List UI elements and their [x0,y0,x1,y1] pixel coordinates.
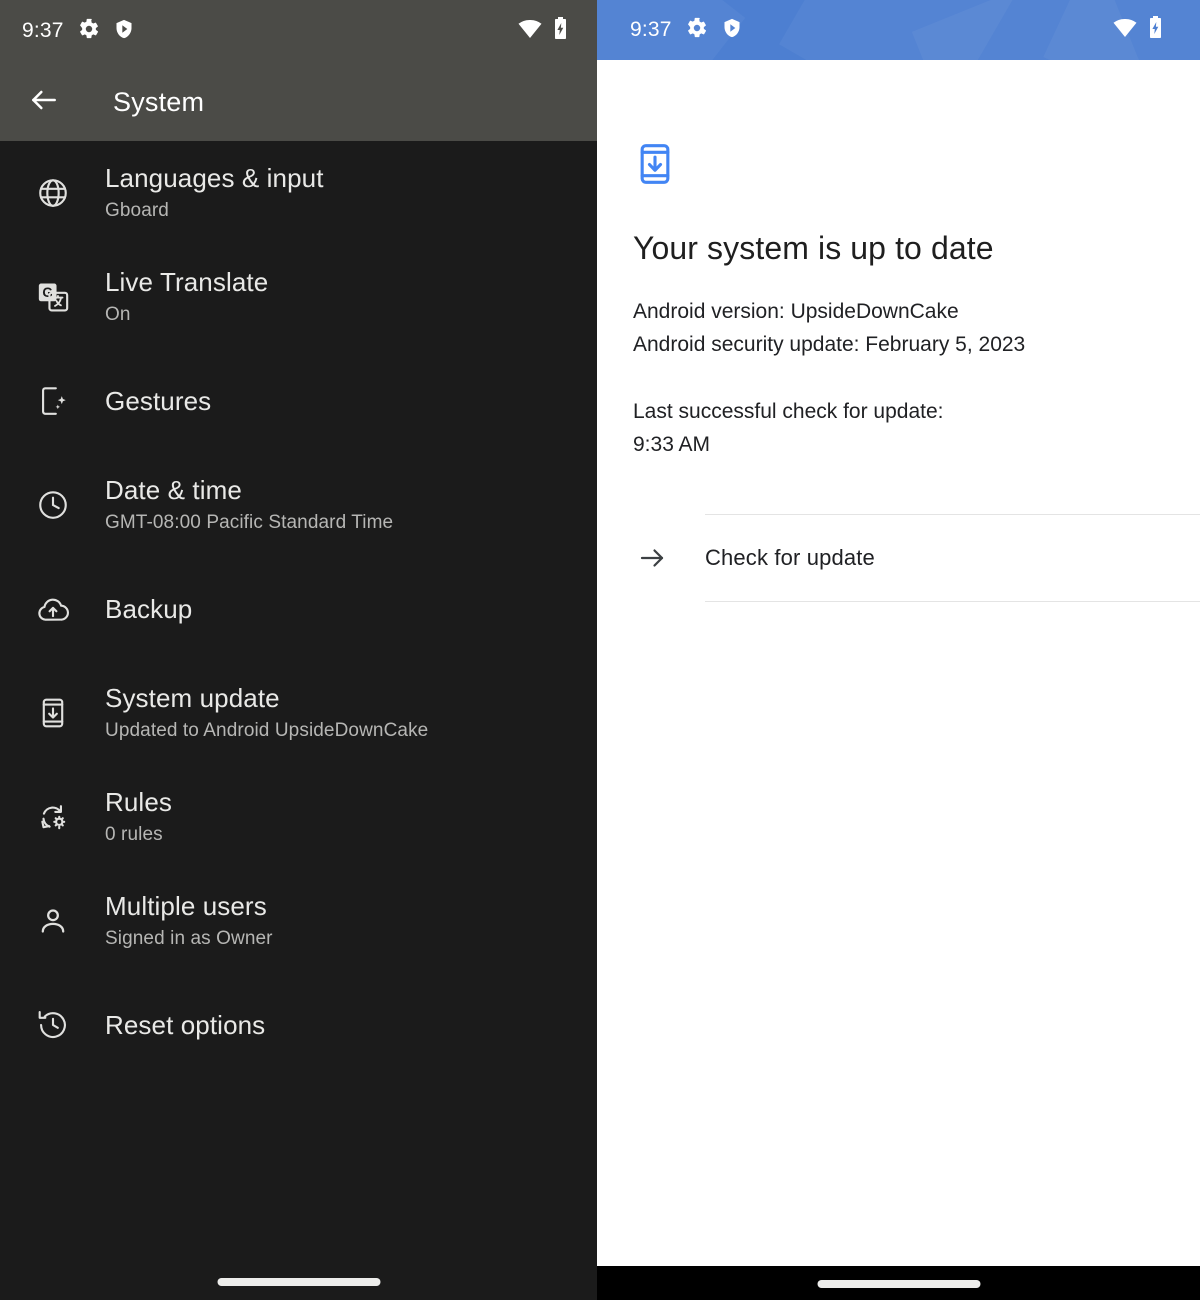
translate-icon: G [32,280,74,314]
battery-charging-icon [1149,16,1162,44]
divider-bottom [705,601,1200,602]
update-status-heading: Your system is up to date [633,230,994,266]
check-for-update-label: Check for update [705,545,875,570]
sidebar-item-text: Reset options [105,1008,265,1042]
left-status-clock: 9:37 [22,19,64,42]
sidebar-item-text: System update Updated to Android UpsideD… [105,682,428,744]
left-status-bar-start: 9:37 [22,0,134,62]
globe-icon [32,176,74,210]
page-title: System [113,86,205,117]
dual-pane-screenshot: 9:37 System Languages & input Gboard G L… [0,0,1200,1300]
sidebar-item-text: Date & time GMT-08:00 Pacific Standard T… [105,474,393,536]
sidebar-item-label: Languages & input [105,163,324,193]
phone-sparkle-icon [32,384,74,418]
right-status-bar-end [1113,0,1162,60]
wifi-icon [518,19,542,43]
system-update-content: Your system is up to date Android versio… [597,60,1200,602]
update-version-info: Android version: UpsideDownCake Android … [633,295,1200,361]
last-check-label: Last successful check for update: [633,400,944,423]
sidebar-item-multiple-users[interactable]: Multiple users Signed in as Owner [0,869,597,973]
sidebar-item-sublabel: 0 rules [105,824,163,845]
check-for-update-block: Check for update [597,514,1200,602]
sidebar-item-sublabel: Signed in as Owner [105,928,273,949]
sidebar-item-languages-input[interactable]: Languages & input Gboard [0,141,597,245]
right-home-gesture-pill[interactable] [817,1280,980,1288]
sidebar-item-reset-options[interactable]: Reset options [0,973,597,1077]
check-for-update-button[interactable]: Check for update [597,515,1200,601]
person-icon [32,904,74,938]
sidebar-item-text: Rules 0 rules [105,786,172,848]
last-check-info: Last successful check for update: 9:33 A… [633,395,1200,461]
right-status-bar-start: 9:37 [630,0,742,60]
sidebar-item-live-translate[interactable]: G Live Translate On [0,245,597,349]
wifi-icon [1113,18,1137,42]
sidebar-item-gestures[interactable]: Gestures [0,349,597,453]
left-status-bar-end [518,0,567,62]
phone-download-icon [32,696,74,730]
left-gesture-nav-area [0,1240,597,1300]
left-home-gesture-pill[interactable] [217,1278,380,1286]
sidebar-item-label: Reset options [105,1010,266,1040]
right-status-bar: 9:37 [597,0,1200,60]
battery-charging-icon [554,17,567,45]
back-arrow-icon [28,84,60,121]
sidebar-item-sublabel: Updated to Android UpsideDownCake [105,720,429,741]
sidebar-item-label: System update [105,683,280,713]
sidebar-item-sublabel: GMT-08:00 Pacific Standard Time [105,512,394,533]
sidebar-item-system-update[interactable]: System update Updated to Android UpsideD… [0,661,597,765]
arrow-right-icon [631,543,673,573]
right-status-clock: 9:37 [630,18,672,41]
gear-icon [78,18,100,45]
shield-play-icon [114,18,134,45]
sidebar-item-text: Languages & input Gboard [105,162,324,224]
sidebar-item-label: Live Translate [105,267,269,297]
sidebar-item-label: Date & time [105,475,242,505]
settings-list: Languages & input Gboard G Live Translat… [0,141,597,1077]
android-version-line: Android version: UpsideDownCake [633,300,959,323]
last-check-time: 9:33 AM [633,433,711,456]
sidebar-item-sublabel: Gboard [105,200,169,221]
sidebar-item-label: Rules [105,787,172,817]
left-settings-pane: 9:37 System Languages & input Gboard G L… [0,0,597,1300]
left-app-bar [0,62,597,141]
android-security-line: Android security update: February 5, 202… [633,333,1026,356]
sidebar-item-text: Live Translate On [105,266,268,328]
history-icon [32,1008,74,1042]
sidebar-item-text: Multiple users Signed in as Owner [105,890,273,952]
sidebar-item-rules[interactable]: Rules 0 rules [0,765,597,869]
left-status-bar: 9:37 [0,0,597,62]
sidebar-item-text: Backup [105,592,192,626]
right-system-update-pane: 9:37 Your system is up to date Android v… [597,0,1200,1300]
sidebar-item-date-time[interactable]: Date & time GMT-08:00 Pacific Standard T… [0,453,597,557]
back-button[interactable] [24,82,64,122]
sidebar-item-label: Gestures [105,386,212,416]
clock-icon [32,488,74,522]
sidebar-item-backup[interactable]: Backup [0,557,597,661]
sidebar-item-sublabel: On [105,304,131,325]
system-update-phone-icon [633,142,1200,191]
cloud-upload-icon [32,592,74,626]
sidebar-item-text: Gestures [105,384,211,418]
shield-play-icon [722,17,742,44]
right-navigation-bar [597,1266,1200,1300]
gear-icon [686,17,708,44]
sidebar-item-label: Backup [105,594,193,624]
sidebar-item-label: Multiple users [105,891,267,921]
rotate-gear-icon [32,800,74,834]
